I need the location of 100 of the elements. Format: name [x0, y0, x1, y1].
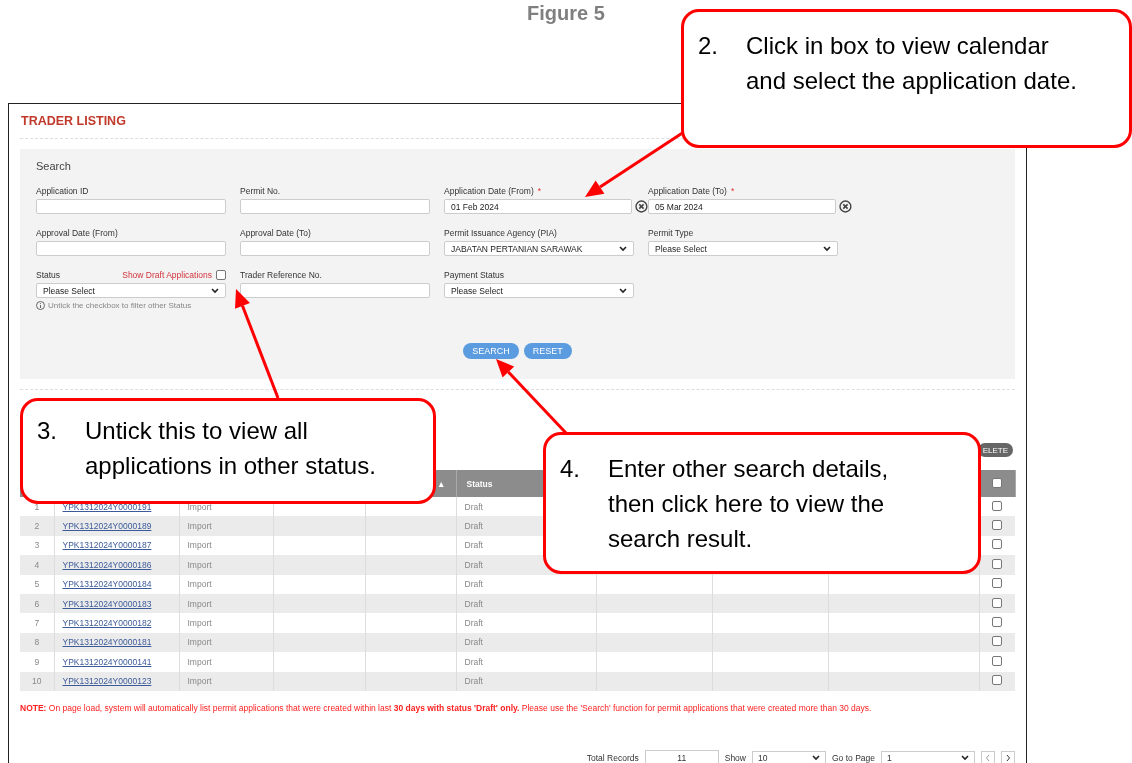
table-cell: Import — [187, 501, 212, 512]
field-label: Application ID — [36, 185, 89, 196]
row-checkbox[interactable] — [992, 520, 1003, 531]
select-field[interactable]: JABATAN PERTANIAN SARAWAK — [444, 241, 634, 256]
input-field[interactable] — [36, 199, 226, 214]
show-label: Show — [724, 753, 746, 763]
application-link[interactable]: YPK1312024Y0000189 — [62, 521, 152, 532]
clear-icon[interactable] — [839, 200, 852, 213]
row-checkbox[interactable] — [992, 539, 1003, 550]
application-link[interactable]: YPK1312024Y0000191 — [62, 501, 152, 512]
field-label: Application Date (To) — [648, 185, 727, 196]
application-link[interactable]: YPK1312024Y0000182 — [62, 618, 152, 629]
field-label: Permit No. — [240, 185, 281, 196]
row-checkbox[interactable] — [992, 675, 1003, 686]
row-checkbox[interactable] — [992, 617, 1003, 628]
callout-text: Click in box to view calendar and select the application date. — [746, 31, 1078, 96]
row-number: 3 — [34, 540, 40, 551]
callout-text: Enter other search details, then click here to view the search result. — [608, 454, 890, 554]
figure-caption: Figure 5 — [526, 1, 606, 26]
row-number: 10 — [32, 676, 42, 687]
field-label: Approval Date (To) — [240, 227, 311, 238]
required-mark: * — [730, 185, 735, 196]
select-field[interactable]: Please Select — [36, 283, 226, 298]
row-checkbox[interactable] — [992, 558, 1003, 569]
application-link[interactable]: YPK1312024Y0000187 — [62, 540, 152, 551]
application-link[interactable]: YPK1312024Y0000183 — [62, 598, 152, 609]
total-records-field: 11 — [644, 749, 719, 763]
chevron-down-icon — [812, 755, 820, 762]
row-number: 4 — [34, 559, 40, 570]
callout-number: 4. — [560, 454, 581, 484]
field-label: Application Date (From) — [444, 185, 534, 196]
row-checkbox[interactable] — [992, 500, 1003, 511]
application-link[interactable]: YPK1312024Y0000181 — [62, 637, 152, 648]
hint-text: Untick the checkbox to filter other Status — [48, 301, 192, 310]
page-select[interactable]: 1 — [881, 750, 975, 763]
chevron-down-icon — [211, 287, 219, 294]
row-number: 9 — [34, 656, 40, 667]
note-text: NOTE: On page load, system will automatically list permit applications that were created within last 30 days with status 'Draft' only. Please use the 'Search' function for permit applications that were created more than 30 days. — [20, 702, 873, 713]
application-link[interactable]: YPK1312024Y0000186 — [62, 559, 152, 570]
chevron-down-icon — [961, 755, 969, 762]
table-cell: Import — [187, 521, 212, 532]
table-cell: Draft — [464, 637, 483, 648]
table-cell: Import — [187, 598, 212, 609]
table-cell: Import — [187, 618, 212, 629]
field-label: Permit Issuance Agency (PIA) — [444, 227, 557, 238]
select-field[interactable]: Please Select — [648, 241, 838, 256]
total-records-label: Total Records — [586, 753, 639, 763]
chevron-right-icon — [1005, 754, 1011, 763]
select-field[interactable]: Please Select — [444, 283, 634, 298]
application-link[interactable]: YPK1312024Y0000184 — [62, 579, 152, 590]
table-cell: Draft — [464, 540, 483, 551]
row-number: 7 — [34, 618, 40, 629]
next-page-button[interactable] — [1001, 751, 1015, 763]
field-label: Trader Reference No. — [240, 269, 322, 280]
table-cell: Import — [187, 656, 212, 667]
table-cell: Draft — [464, 598, 483, 609]
row-checkbox[interactable] — [992, 655, 1003, 666]
row-checkbox[interactable] — [992, 578, 1003, 589]
row-checkbox[interactable] — [992, 636, 1003, 647]
input-field[interactable] — [240, 241, 430, 256]
callout-number: 2. — [698, 31, 719, 61]
row-number: 1 — [34, 501, 40, 512]
chevron-down-icon — [619, 287, 627, 294]
input-field[interactable] — [240, 283, 430, 298]
search-heading: Search — [36, 160, 72, 174]
chevron-left-icon — [985, 754, 991, 763]
table-cell: Import — [187, 637, 212, 648]
table-cell: Draft — [464, 579, 483, 590]
page-size-select[interactable]: 10 — [752, 750, 826, 763]
date-field[interactable]: 01 Feb 2024 — [444, 199, 633, 214]
field-label: Approval Date (From) — [36, 227, 118, 238]
field-label: Permit Type — [648, 227, 694, 238]
column-header: Status — [466, 478, 493, 489]
row-number: 2 — [34, 521, 40, 532]
table-cell: Import — [187, 559, 212, 570]
row-number: 6 — [34, 598, 40, 609]
info-icon — [36, 301, 45, 310]
field-label: Payment Status — [444, 269, 504, 280]
table-cell: Import — [187, 676, 212, 687]
application-link[interactable]: YPK1312024Y0000141 — [62, 656, 152, 667]
field-label: Status — [36, 269, 61, 280]
input-field[interactable] — [36, 241, 226, 256]
go-to-page-label: Go to Page — [832, 753, 875, 763]
checkbox[interactable] — [216, 269, 226, 280]
table-cell: Import — [187, 540, 212, 551]
date-field[interactable]: 05 Mar 2024 — [648, 199, 837, 214]
table-cell: Import — [187, 579, 212, 590]
chevron-down-icon — [823, 245, 831, 252]
table-cell: Draft — [464, 676, 483, 687]
show-draft-label[interactable]: Show Draft Applications — [122, 269, 212, 280]
select-all-checkbox[interactable] — [992, 477, 1002, 488]
application-link[interactable]: YPK1312024Y0000123 — [62, 676, 152, 687]
row-number: 8 — [34, 637, 40, 648]
chevron-down-icon — [619, 245, 627, 252]
clear-icon[interactable] — [635, 200, 648, 213]
required-mark: * — [537, 185, 542, 196]
callout-number: 3. — [37, 416, 58, 446]
row-checkbox[interactable] — [992, 597, 1003, 608]
input-field[interactable] — [240, 199, 430, 214]
table-cell: Draft — [464, 618, 483, 629]
